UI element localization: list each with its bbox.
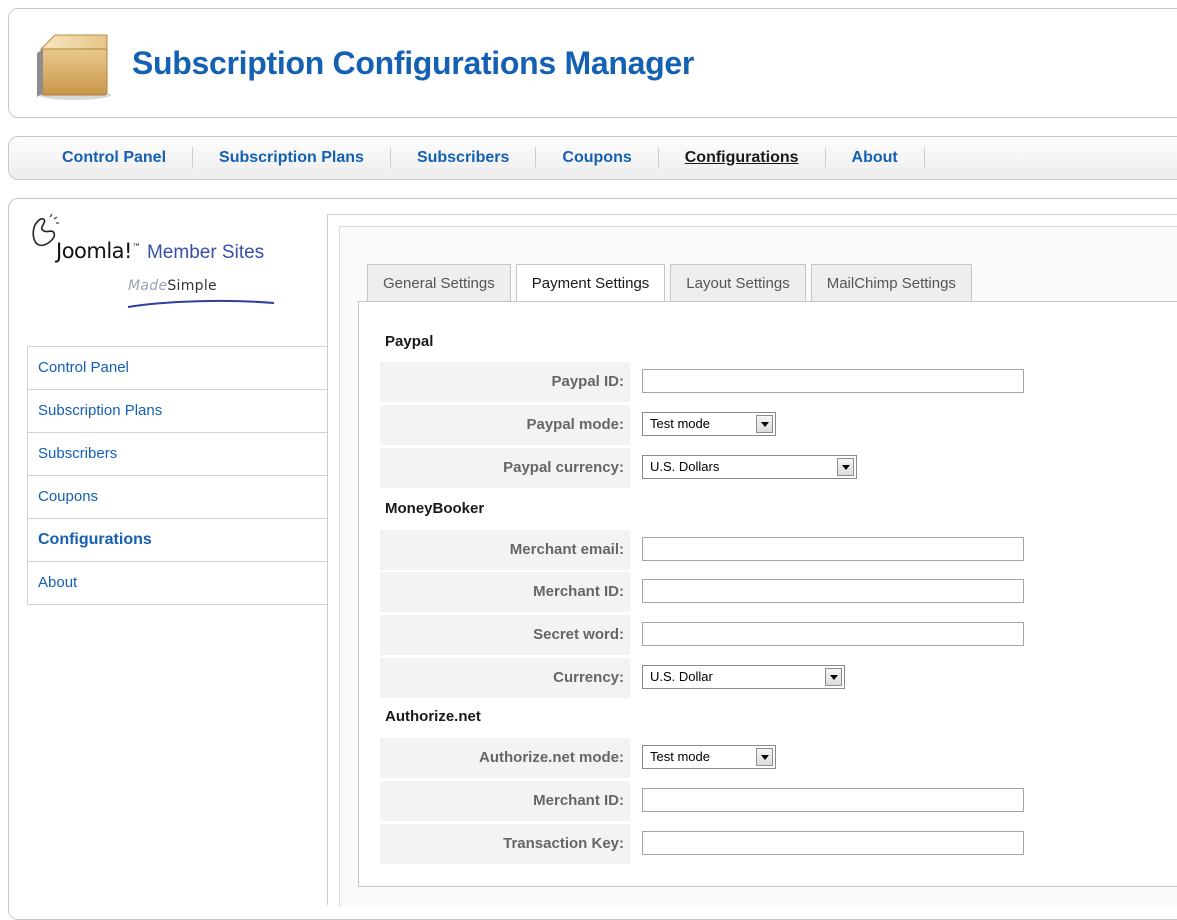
sidebar-item-configurations[interactable]: Configurations xyxy=(28,519,330,562)
page-title: Subscription Configurations Manager xyxy=(132,45,694,81)
transaction-key-input[interactable] xyxy=(642,831,1024,855)
field-label: Merchant ID: xyxy=(533,583,624,600)
logo-tagline: MadeSimple xyxy=(128,278,217,294)
menu-separator xyxy=(192,147,194,169)
field-label: Currency: xyxy=(553,669,624,686)
sidebar-item-about[interactable]: About xyxy=(28,562,330,605)
sidebar-item-control-panel[interactable]: Control Panel xyxy=(28,347,330,390)
paypal-id-input[interactable] xyxy=(642,369,1024,393)
authorize-merchant-id-input[interactable] xyxy=(642,788,1024,812)
select-value: U.S. Dollars xyxy=(650,459,720,474)
field-label: Merchant ID: xyxy=(533,792,624,809)
logo-tagline-simple: Simple xyxy=(167,278,217,294)
logo-trademark: ™ xyxy=(131,243,141,253)
top-menu-configurations[interactable]: Configurations xyxy=(672,149,812,167)
menu-separator xyxy=(824,147,826,169)
top-menu-control-panel[interactable]: Control Panel xyxy=(49,149,179,167)
select-value: U.S. Dollar xyxy=(650,669,713,684)
authorize-mode-select[interactable]: Test mode xyxy=(642,745,776,769)
menu-separator xyxy=(657,147,659,169)
sidebar-item-subscription-plans[interactable]: Subscription Plans xyxy=(28,390,330,433)
field-label: Authorize.net mode: xyxy=(479,749,624,766)
top-menu-subscription-plans[interactable]: Subscription Plans xyxy=(206,149,377,167)
logo-product-text: Member Sites xyxy=(146,242,265,263)
menu-separator xyxy=(923,147,925,169)
select-value: Test mode xyxy=(650,416,710,431)
select-value: Test mode xyxy=(650,749,710,764)
field-label: Paypal mode: xyxy=(526,416,624,433)
merchant-email-input[interactable] xyxy=(642,537,1024,561)
moneybooker-currency-select[interactable]: U.S. Dollar xyxy=(642,665,845,689)
top-menu-coupons[interactable]: Coupons xyxy=(549,149,644,167)
menu-separator xyxy=(535,147,537,169)
sidebar-nav: Control Panel Subscription Plans Subscri… xyxy=(27,346,331,605)
chevron-down-icon[interactable] xyxy=(825,668,842,686)
top-menu-about[interactable]: About xyxy=(839,149,911,167)
field-label: Merchant email: xyxy=(509,541,624,558)
package-box-icon xyxy=(37,34,111,100)
logo-swoosh xyxy=(127,299,275,308)
paypal-mode-select[interactable]: Test mode xyxy=(642,412,776,436)
top-menu-subscribers[interactable]: Subscribers xyxy=(404,149,522,167)
field-label: Secret word: xyxy=(533,626,624,643)
field-label: Paypal ID: xyxy=(551,373,624,390)
sidebar-item-coupons[interactable]: Coupons xyxy=(28,476,330,519)
logo-tagline-made: Made xyxy=(128,278,168,294)
section-title-authorize-net: Authorize.net xyxy=(385,708,481,725)
logo-brand-text: Joomla! xyxy=(56,239,132,263)
secret-word-input[interactable] xyxy=(642,622,1024,646)
chevron-down-icon[interactable] xyxy=(756,415,773,433)
field-label: Transaction Key: xyxy=(503,835,624,852)
section-title-moneybooker: MoneyBooker xyxy=(385,500,485,517)
field-label: Paypal currency: xyxy=(503,459,624,476)
tab-layout-settings[interactable]: Layout Settings xyxy=(670,264,806,303)
moneybooker-merchant-id-input[interactable] xyxy=(642,579,1024,603)
chevron-down-icon[interactable] xyxy=(756,748,773,766)
tab-payment-settings[interactable]: Payment Settings xyxy=(515,264,666,304)
tab-general-settings[interactable]: General Settings xyxy=(367,264,511,303)
menu-separator xyxy=(389,147,391,169)
paypal-currency-select[interactable]: U.S. Dollars xyxy=(642,455,857,479)
chevron-down-icon[interactable] xyxy=(837,458,854,476)
settings-tabs: General Settings Payment Settings Layout… xyxy=(367,264,977,304)
section-title-paypal: Paypal xyxy=(385,333,434,350)
tab-mailchimp-settings[interactable]: MailChimp Settings xyxy=(810,264,972,303)
sidebar-item-subscribers[interactable]: Subscribers xyxy=(28,433,330,476)
top-menu-bar: Control Panel Subscription Plans Subscri… xyxy=(8,136,1177,180)
joomla-member-sites-logo: Joomla!™ Member Sites MadeSimple xyxy=(32,213,334,315)
header-panel: Subscription Configurations Manager xyxy=(8,8,1177,118)
